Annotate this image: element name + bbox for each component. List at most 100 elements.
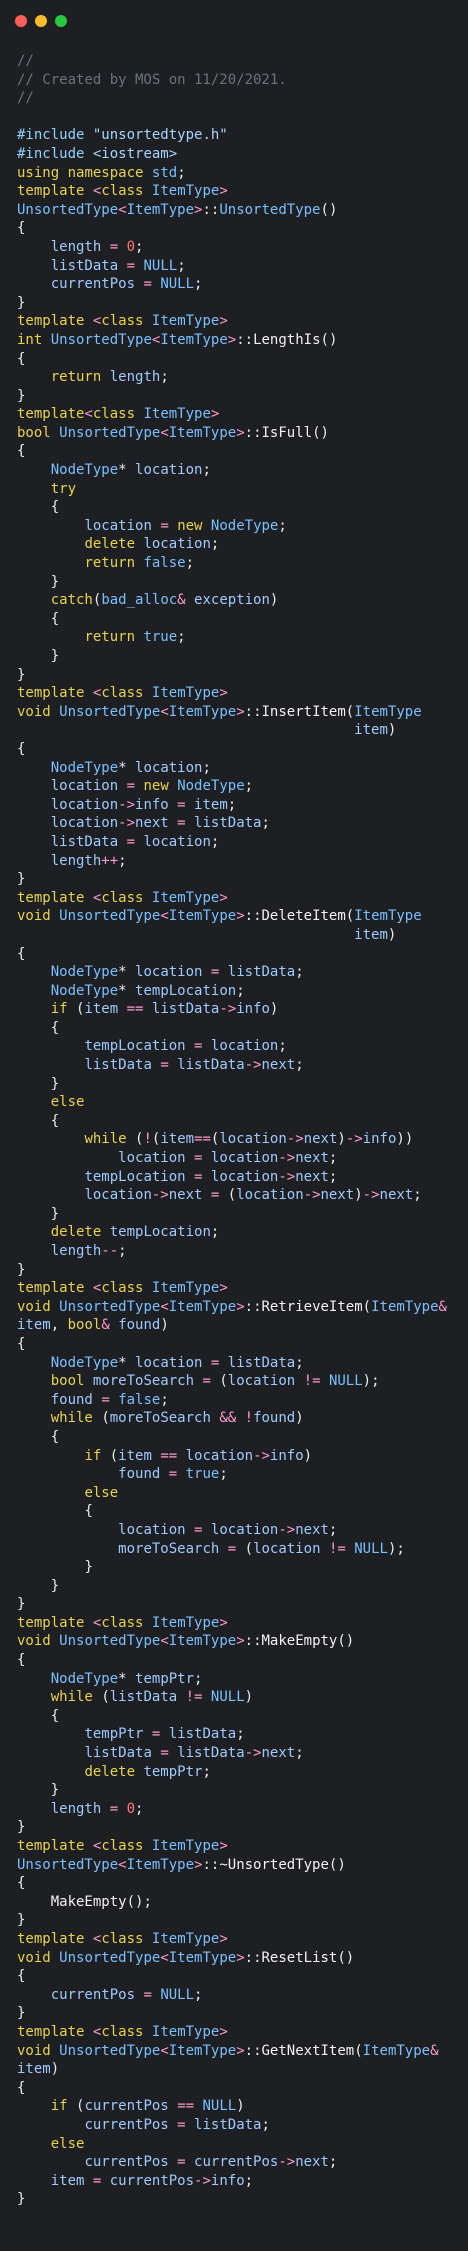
code-window: // // Created by MOS on 11/20/2021. // #inc… xyxy=(0,0,468,2251)
code-line: { xyxy=(50,499,60,516)
code-line: while (moreToSearch && !found) xyxy=(50,1410,304,1427)
code-line: currentPos = NULL; xyxy=(50,1986,203,2003)
code-line: listData = location; xyxy=(50,833,220,850)
code-line: NodeType* location = listData; xyxy=(50,1354,304,1371)
code-line: else xyxy=(84,1484,119,1501)
close-window-icon[interactable] xyxy=(15,15,27,27)
code-line: template <class ItemType> xyxy=(17,183,228,200)
code-line: location->info = item; xyxy=(50,796,237,813)
code-line: template <class ItemType> xyxy=(17,1838,228,1854)
code-line: // xyxy=(17,53,34,69)
code-line: using namespace std; xyxy=(17,164,186,181)
code-line: { xyxy=(17,1652,26,1669)
code-line: if (item == location->info) xyxy=(84,1447,313,1464)
code-line: void UnsortedType<ItemType>::ResetList() xyxy=(17,1949,355,1966)
code-line: template <class ItemType> xyxy=(17,685,228,702)
code-line: location = location->next; xyxy=(118,1521,338,1538)
code-line: length++; xyxy=(50,852,127,869)
code-line: else xyxy=(50,2135,85,2152)
code-line: template <class ItemType> xyxy=(17,313,228,330)
code-line: } xyxy=(50,1577,60,1594)
minimize-window-icon[interactable] xyxy=(35,15,47,27)
code-line: { xyxy=(84,1503,93,1520)
code-line: } xyxy=(17,1596,26,1613)
code-line: location->next = listData; xyxy=(50,815,270,832)
code-line: } xyxy=(17,1819,26,1836)
code-line: item) xyxy=(354,926,397,943)
code-line: currentPos = listData; xyxy=(84,2116,270,2133)
code-line: location = new NodeType; xyxy=(84,517,287,534)
code-line: found = true; xyxy=(118,1466,228,1483)
code-line: moreToSearch = (location != NULL); xyxy=(118,1540,405,1557)
code-line: tempLocation = location; xyxy=(84,1038,287,1055)
code-line: delete tempLocation; xyxy=(50,1224,220,1241)
code-line: void UnsortedType<ItemType>::RetrieveIte… xyxy=(17,1298,447,1315)
code-line: bool UnsortedType<ItemType>::IsFull() xyxy=(17,424,329,441)
code-line: { xyxy=(17,443,26,460)
code-line: listData = listData->next; xyxy=(84,1745,304,1762)
code-line: if (currentPos == NULL) xyxy=(50,2098,245,2115)
code-line: item = currentPos->info; xyxy=(50,2172,254,2189)
maximize-window-icon[interactable] xyxy=(55,15,67,27)
code-line: template <class ItemType> xyxy=(17,1614,228,1631)
code-line: } xyxy=(17,294,26,311)
code-line: // Created by MOS on 11/20/2021. xyxy=(17,71,287,88)
code-line: // xyxy=(17,90,34,107)
code-line: MakeEmpty(); xyxy=(50,1893,152,1910)
code-line: item, bool& found) xyxy=(17,1317,169,1334)
code-line: } xyxy=(84,1559,93,1576)
code-line: location->next = (location->next)->next; xyxy=(84,1187,422,1204)
code-line: template <class ItemType> xyxy=(17,2023,228,2040)
code-line: template <class ItemType> xyxy=(17,889,228,906)
code-line: tempLocation = location->next; xyxy=(84,1168,338,1185)
code-line: catch(bad_alloc& exception) xyxy=(50,592,279,609)
code-line: int UnsortedType<ItemType>::LengthIs() xyxy=(17,331,338,348)
code-line: delete location; xyxy=(84,536,220,553)
code-line: { xyxy=(50,1019,60,1036)
code-line: length = 0; xyxy=(50,1800,144,1817)
code-line: template<class ItemType> xyxy=(17,406,220,423)
code-line: { xyxy=(17,350,26,367)
code-line: item) xyxy=(354,722,397,739)
window-titlebar xyxy=(0,0,468,42)
code-block: // // Created by MOS on 11/20/2021. // #inc… xyxy=(0,42,468,2209)
code-line: length = 0; xyxy=(50,238,144,255)
code-line: while (!(item==(location->next)->info)) xyxy=(84,1131,414,1148)
code-line: currentPos = currentPos->next; xyxy=(84,2154,338,2171)
code-line: length--; xyxy=(50,1243,127,1259)
code-line: while (listData != NULL) xyxy=(50,1689,254,1706)
code-line: void UnsortedType<ItemType>::GetNextItem… xyxy=(17,2042,439,2059)
code-line: { xyxy=(17,1875,26,1892)
code-line: item) xyxy=(17,2061,60,2078)
code-line: return length; xyxy=(50,369,169,386)
code-line: { xyxy=(50,610,60,627)
code-line: } xyxy=(17,666,26,683)
code-line: return true; xyxy=(84,629,186,646)
code-line: } xyxy=(50,1075,60,1092)
code-line: { xyxy=(50,1112,60,1129)
code-line: template <class ItemType> xyxy=(17,1930,228,1947)
code-line: { xyxy=(17,2079,26,2096)
code-line: bool moreToSearch = (location != NULL); xyxy=(50,1373,380,1390)
code-line: } xyxy=(50,648,60,664)
code-line: try xyxy=(50,480,77,497)
code-line: { xyxy=(17,740,26,757)
code-line: } xyxy=(50,1205,60,1222)
code-line: } xyxy=(17,387,26,404)
code-line: NodeType* tempPtr; xyxy=(50,1670,203,1687)
code-line: UnsortedType<ItemType>::UnsortedType() xyxy=(17,201,338,218)
code-line: void UnsortedType<ItemType>::InsertItem(… xyxy=(17,703,422,720)
code-line: listData = NULL; xyxy=(50,257,186,274)
code-line: currentPos = NULL; xyxy=(50,276,203,293)
code-line: delete tempPtr; xyxy=(84,1763,211,1780)
code-line: } xyxy=(50,1782,60,1799)
code-line: } xyxy=(50,573,60,590)
code-line: #include <iostream> xyxy=(17,145,178,162)
code-line: { xyxy=(50,1428,60,1445)
code-line: location = location->next; xyxy=(118,1150,338,1167)
code-line: { xyxy=(50,1707,60,1724)
code-line: listData = listData->next; xyxy=(84,1057,304,1074)
code-line: tempPtr = listData; xyxy=(84,1726,245,1743)
code-line: } xyxy=(17,871,26,888)
